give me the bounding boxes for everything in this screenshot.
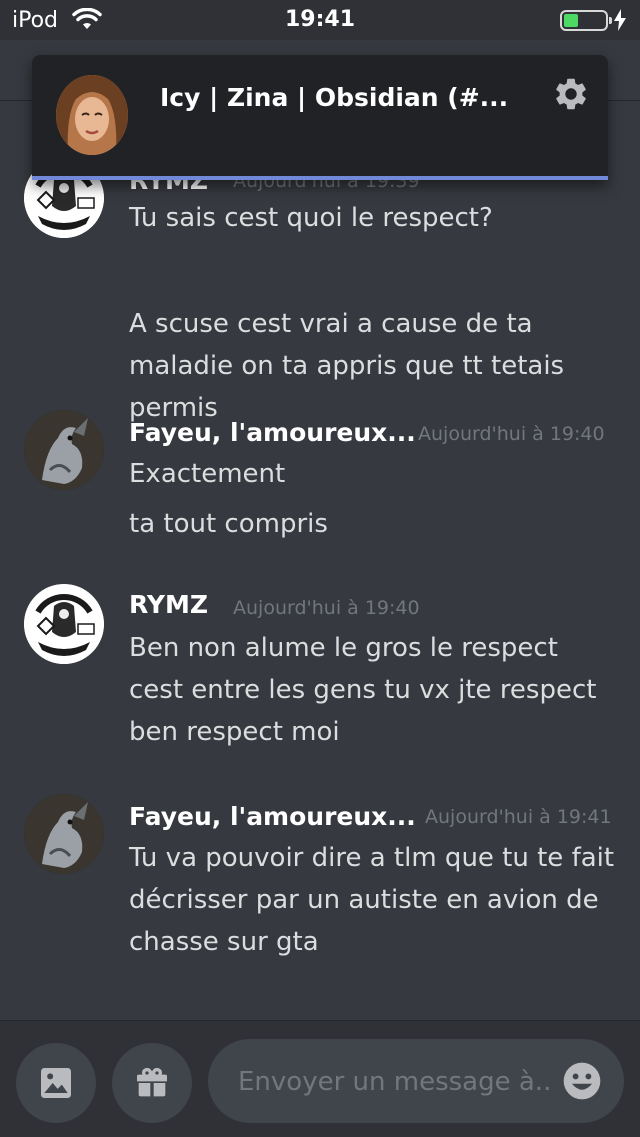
status-bar: iPod 19:41 [0,0,640,40]
server-avatar[interactable] [56,75,128,155]
emoji-icon[interactable] [560,1059,604,1103]
dragon-avatar[interactable] [24,794,104,874]
message-timestamp: Aujourd'hui à 19:40 [233,597,420,619]
image-upload-button[interactable] [16,1043,96,1123]
message-author[interactable]: Fayeu, l'amoureux... [129,418,416,447]
gift-icon [137,1067,167,1097]
message-input-container[interactable] [208,1039,624,1123]
message-text: Tu va pouvoir dire a tlm que tu te fait … [129,843,615,957]
gear-icon[interactable] [552,75,590,113]
message-timestamp: Aujourd'hui à 19:40 [418,423,605,445]
message-input[interactable] [236,1063,560,1101]
message-text: Ben non alume le gros le respect cest en… [129,633,597,747]
message-composer [0,1020,640,1137]
message-text: ta tout compris [129,509,328,539]
message-text: Exactement [129,459,286,489]
charging-icon [614,9,626,31]
channel-title: Icy | Zina | Obsidian (#... [160,83,509,112]
dragon-avatar[interactable] [24,410,104,490]
battery-icon [560,10,612,31]
accent-bar [32,176,608,180]
gift-button[interactable] [112,1043,192,1123]
message-text: Tu sais cest quoi le respect? [129,203,493,233]
image-icon [41,1068,71,1098]
message-timestamp: Aujourd'hui à 19:41 [425,806,612,828]
message-list[interactable]: RYMZ Aujourd'hui à 19:39 Tu sais cest qu… [0,100,640,1020]
clock: 19:41 [284,7,356,32]
message-author[interactable]: Fayeu, l'amoureux... [129,802,416,831]
sons-of-anarchy-nomads-avatar[interactable] [24,584,104,664]
message-text: A scuse cest vrai a cause de ta maladie … [129,309,565,423]
message-author[interactable]: RYMZ [129,590,208,619]
channel-popup[interactable]: Icy | Zina | Obsidian (#... [32,55,608,180]
